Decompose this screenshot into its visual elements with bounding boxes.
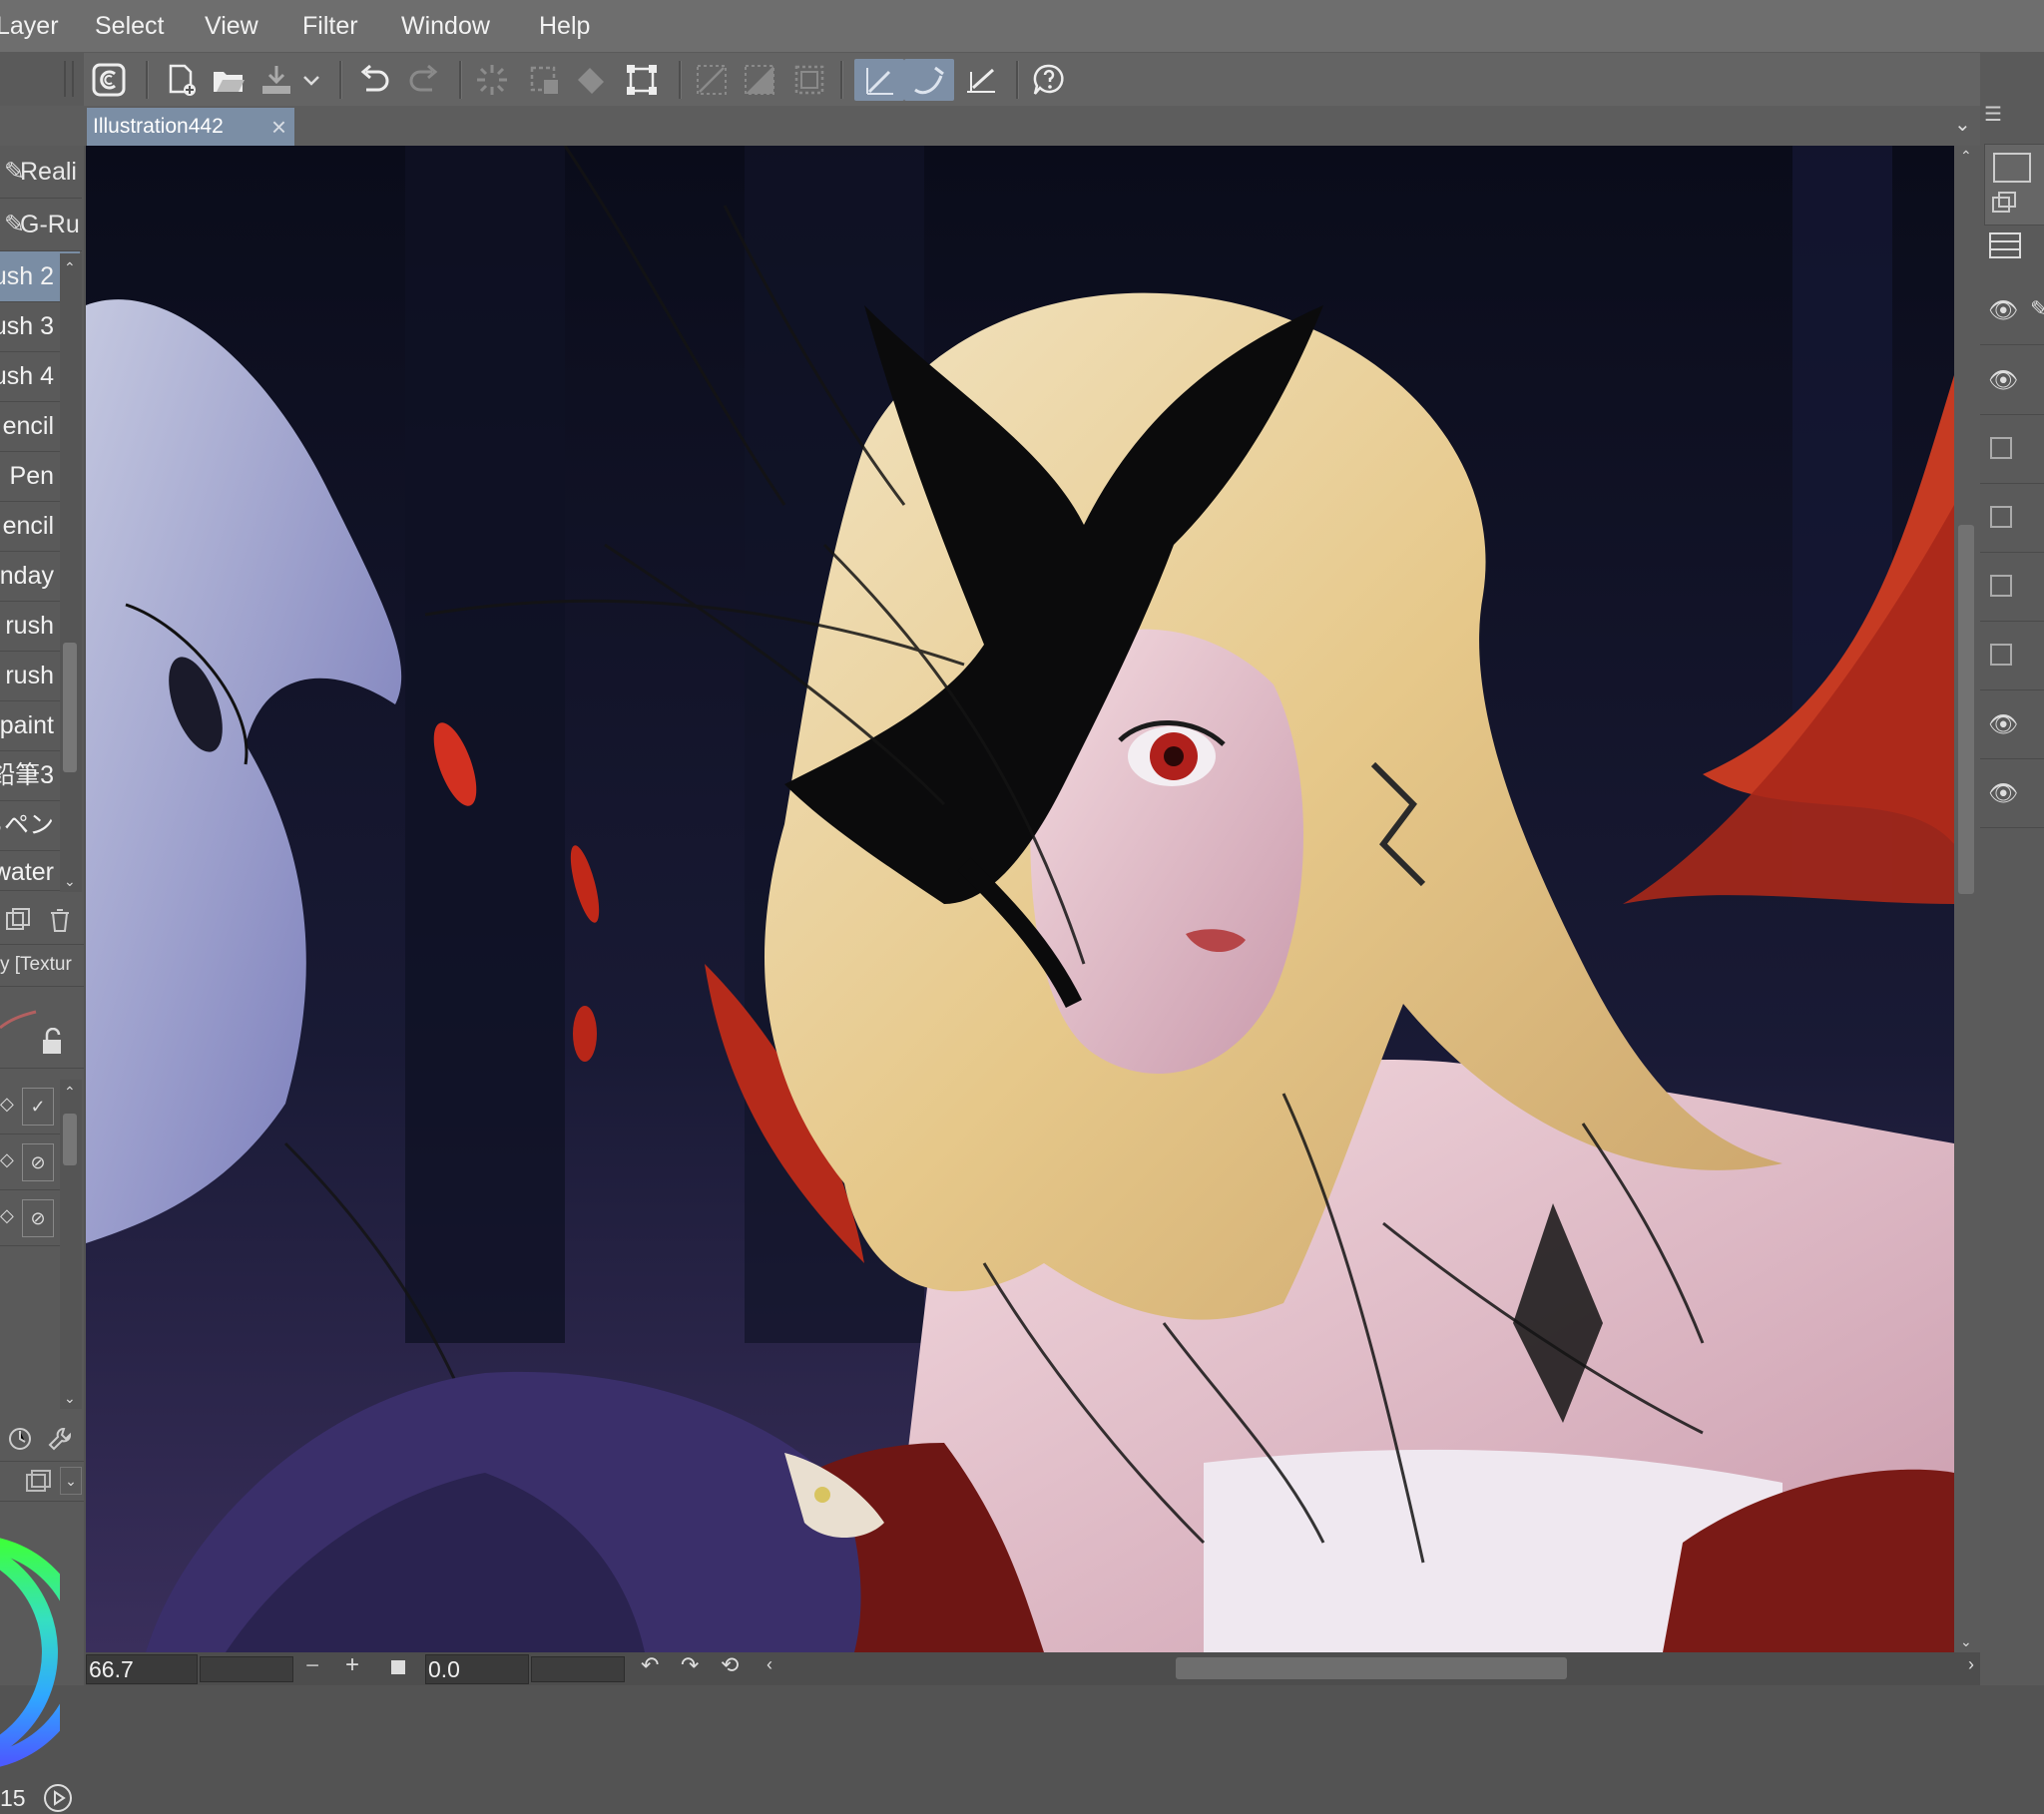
redo-icon[interactable] — [403, 59, 445, 101]
layer-row[interactable]: 👁 — [1980, 759, 2044, 828]
illustration-canvas[interactable] — [86, 146, 1954, 1652]
property-row[interactable]: ◇ ✓ — [0, 1080, 60, 1134]
eye-icon: 👁 — [1988, 711, 2019, 738]
menu-window[interactable]: Window — [401, 0, 490, 52]
clip-studio-logo-icon[interactable] — [88, 59, 130, 101]
zoom-in-icon[interactable]: + — [345, 1651, 359, 1679]
chevron-left-icon[interactable]: ‹ — [766, 1654, 772, 1675]
brush-list-scrollbar[interactable]: ⌃ ⌄ — [60, 253, 82, 892]
rotation-slider[interactable] — [531, 1656, 625, 1682]
duplicate-icon[interactable] — [4, 906, 32, 934]
wrench-icon[interactable] — [46, 1425, 74, 1453]
fill-icon[interactable] — [571, 59, 613, 101]
brush-group-item[interactable]: ✎ G-Ru — [0, 199, 82, 251]
layer-row[interactable]: 👁 ✎ — [1980, 276, 2044, 345]
document-tab-title: Illustration442 — [93, 115, 224, 138]
chevron-down-icon[interactable]: ⌄ — [60, 1467, 82, 1495]
menu-layer[interactable]: Layer — [0, 0, 59, 52]
layer-row[interactable] — [1980, 484, 2044, 553]
zoom-value[interactable]: 66.7 — [86, 1654, 198, 1684]
chevron-right-icon[interactable]: › — [1968, 1654, 1974, 1675]
lock-icon[interactable] — [40, 1028, 66, 1056]
special-ruler-icon[interactable] — [739, 59, 780, 101]
rotation-value[interactable]: 0.0 — [425, 1654, 529, 1684]
brush-preview — [0, 988, 84, 1069]
menu-filter[interactable]: Filter — [302, 0, 358, 52]
transform-icon[interactable] — [621, 59, 663, 101]
color-wheel[interactable] — [0, 1533, 60, 1772]
property-scrollbar[interactable]: ⌃ ⌄ — [60, 1080, 82, 1409]
clear-icon[interactable] — [471, 59, 513, 101]
close-icon[interactable]: × — [271, 108, 286, 146]
brush-group-item[interactable]: ✎ Reali — [0, 146, 82, 199]
chevron-down-icon[interactable] — [299, 59, 323, 101]
eye-icon: 👁 — [1988, 297, 2019, 324]
undo-icon[interactable] — [353, 59, 395, 101]
zoom-out-icon[interactable]: − — [305, 1652, 319, 1680]
document-tab[interactable]: Illustration442 × — [87, 108, 294, 146]
eye-icon: 👁 — [1988, 780, 2019, 807]
layer-row[interactable] — [1980, 622, 2044, 690]
selection-icon[interactable] — [523, 59, 565, 101]
property-row[interactable]: ◇ ⊘ — [0, 1135, 60, 1190]
canvas-horizontal-scroll-thumb[interactable] — [1176, 1657, 1567, 1679]
new-file-icon[interactable] — [160, 59, 202, 101]
stop-icon[interactable] — [391, 1660, 405, 1674]
stabilizer-icon[interactable] — [904, 59, 954, 101]
navigator-status-bar: 66.7 − + 0.0 ↶ ↷ ⟲ ‹ › — [86, 1651, 1980, 1685]
layer-panel: ☰ 👁 ✎ 👁 👁 👁 — [1980, 52, 2044, 1685]
canvas-vertical-scrollbar[interactable]: ⌃ ⌄ — [1954, 146, 1980, 1652]
sub-tool-panel: ✎Reali ✎G-Ru ush 2 ush 3 ush 4 encil Pen… — [0, 146, 84, 1812]
property-footer — [0, 1415, 84, 1462]
import-icon[interactable] — [256, 59, 297, 101]
color-panel-header: ⌄ — [0, 1461, 84, 1502]
rotate-reset-icon[interactable]: ⟲ — [721, 1652, 739, 1678]
property-row[interactable]: ◇ ⊘ — [0, 1191, 60, 1246]
menu-help[interactable]: Help — [539, 0, 590, 52]
menu-view[interactable]: View — [205, 0, 258, 52]
trash-icon[interactable] — [46, 906, 74, 934]
pressure-settings-icon[interactable] — [6, 1425, 34, 1453]
scroll-thumb — [1958, 525, 1974, 894]
layer-settings-icon[interactable] — [1988, 231, 2024, 261]
subtool-actions — [0, 896, 84, 945]
document-tab-bar: ⌄ — [0, 106, 1980, 146]
rotate-right-icon[interactable]: ↷ — [681, 1652, 699, 1678]
color-value: 15 — [0, 1785, 26, 1811]
ruler-icon[interactable] — [960, 59, 1002, 101]
ruler-snap-icon[interactable] — [691, 59, 733, 101]
layer-row[interactable] — [1980, 553, 2044, 622]
menu-bar: Layer Select View Filter Window Help — [0, 0, 2044, 52]
play-icon[interactable] — [42, 1782, 74, 1814]
artwork — [86, 146, 1954, 1652]
open-folder-icon[interactable] — [208, 59, 250, 101]
pen-pressure-icon[interactable] — [854, 59, 904, 101]
tool-property-title: y [Textur — [0, 944, 84, 987]
chevron-down-icon[interactable]: ⌄ — [1954, 112, 1971, 137]
grid-icon[interactable] — [788, 59, 830, 101]
layer-row[interactable]: 👁 — [1980, 690, 2044, 759]
command-bar — [0, 52, 2044, 107]
eye-icon: 👁 — [1988, 367, 2019, 394]
grip-handle[interactable] — [64, 61, 74, 97]
layer-row[interactable]: 👁 — [1980, 346, 2044, 415]
panel-menu-icon[interactable]: ☰ — [1984, 102, 2002, 127]
help-icon[interactable] — [1028, 59, 1070, 101]
tool-property-rows: ◇ ✓ ◇ ⊘ ◇ ⊘ ⌃ ⌄ — [0, 1080, 84, 1419]
rotate-left-icon[interactable]: ↶ — [641, 1652, 659, 1678]
copy-layer-icon[interactable] — [1990, 190, 2020, 214]
color-history-icon[interactable] — [24, 1469, 52, 1495]
menu-select[interactable]: Select — [95, 0, 164, 52]
layer-row[interactable] — [1980, 415, 2044, 484]
zoom-slider[interactable] — [200, 1656, 293, 1682]
